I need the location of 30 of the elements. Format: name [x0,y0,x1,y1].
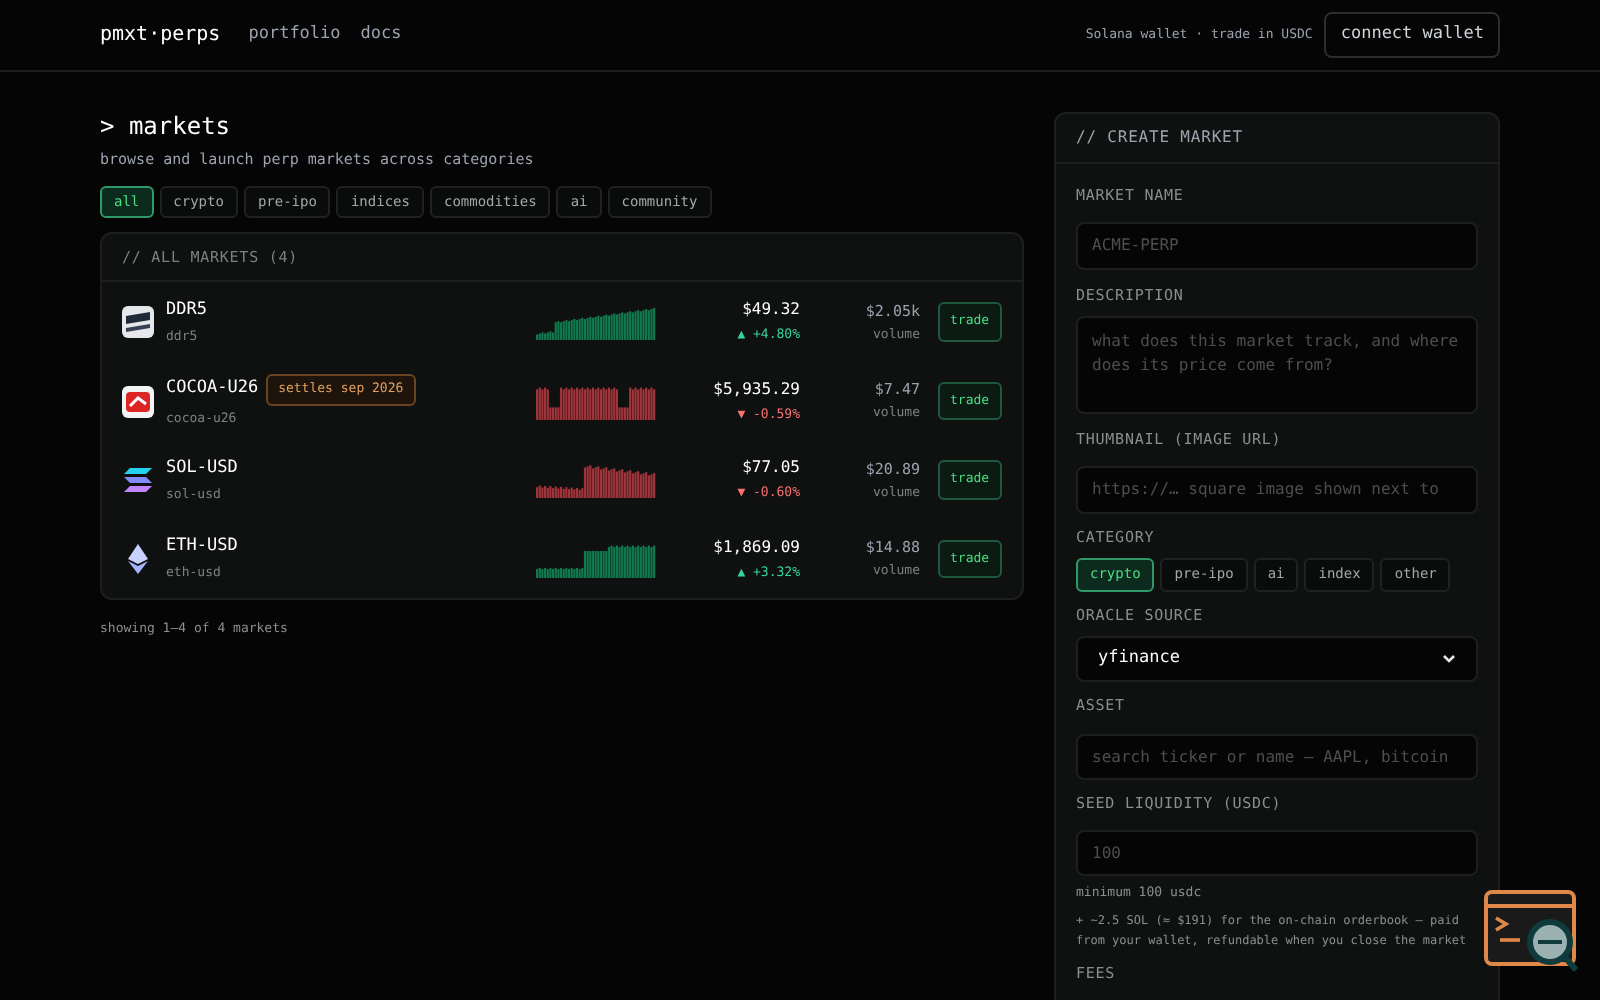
diamond-icon [128,544,148,574]
sparkline-chart [536,383,656,419]
market-price: $49.32 [740,298,800,323]
striped-logo-icon [122,306,154,338]
sparkline-chart [536,304,656,340]
brand-logo[interactable]: pmxt·perps [100,20,221,50]
panel-title: // CREATE MARKET [1076,126,1243,150]
market-name: COCOA-U26 [166,376,259,402]
thumbnail-url-field[interactable]: https://… square image shown next to [1076,465,1478,514]
sparkline-chart [536,541,656,577]
description-field[interactable]: what does this market track, and where does its price come from? [1076,316,1478,414]
market-price: $77.05 [740,456,800,481]
stacked-bars-icon [124,468,152,492]
market-name: DDR5 [166,297,207,323]
market-price: $5,935.29 [711,377,800,402]
page-title: > markets [100,112,233,140]
market-name: ETH-USD [166,534,238,560]
chevron-down-icon [1442,654,1456,665]
chart-logo-icon [122,385,154,417]
market-name-field[interactable]: ACME-PERP [1076,221,1478,270]
nav-link[interactable]: portfolio [248,22,341,48]
nav-link[interactable]: docs [360,22,402,48]
market-price: $1,869.09 [711,535,800,560]
terminal-search-icon[interactable] [1484,890,1580,974]
asset-search-field[interactable]: search ticker or name — AAPL, bitcoin [1076,733,1478,779]
market-name: SOL-USD [166,455,238,481]
oracle-source-select[interactable]: yfinance [1076,636,1478,683]
sparkline-chart [536,462,656,498]
connect-wallet-button[interactable]: connect wallet [1324,12,1500,58]
seed-liquidity-field[interactable]: 100 [1076,829,1478,876]
